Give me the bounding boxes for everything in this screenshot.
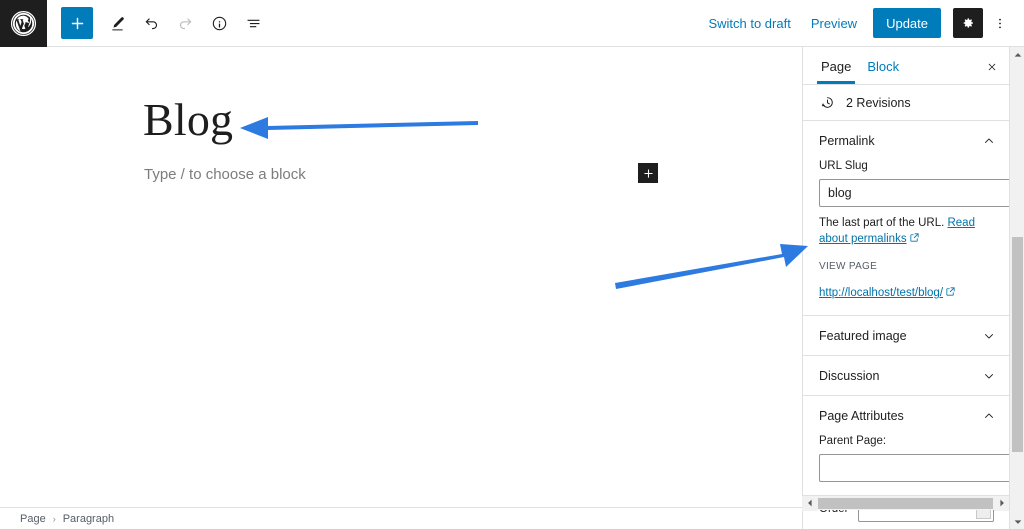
view-page-link[interactable]: http://localhost/test/blog/ xyxy=(819,286,994,299)
chevron-down-icon xyxy=(982,369,996,383)
panel-discussion: Discussion xyxy=(803,356,1009,397)
history-clock-icon xyxy=(822,97,833,108)
breadcrumb-item-paragraph[interactable]: Paragraph xyxy=(63,513,114,525)
revisions-row[interactable]: 2 Revisions xyxy=(803,85,1009,121)
redo-button[interactable] xyxy=(169,7,201,39)
vertical-scroll-track[interactable] xyxy=(1010,62,1024,514)
parent-page-input[interactable] xyxy=(819,454,1009,483)
pencil-icon xyxy=(111,16,124,30)
list-view-button[interactable] xyxy=(237,7,269,39)
settings-button[interactable] xyxy=(953,8,983,38)
breadcrumb-separator-icon: › xyxy=(52,513,56,524)
horizontal-scroll-thumb[interactable] xyxy=(818,497,993,509)
redo-icon xyxy=(179,17,191,29)
info-circle-icon xyxy=(212,16,226,30)
three-vertical-dots-icon xyxy=(999,18,1001,28)
breadcrumb-item-page[interactable]: Page xyxy=(20,513,46,525)
panel-title: Page Attributes xyxy=(819,408,904,423)
panel-title: Discussion xyxy=(819,368,880,383)
breadcrumb: Page › Paragraph xyxy=(0,507,802,529)
panel-title: Permalink xyxy=(819,133,875,148)
chevron-up-icon xyxy=(982,409,996,423)
plus-icon xyxy=(71,17,83,29)
switch-to-draft-button[interactable]: Switch to draft xyxy=(698,10,800,37)
update-button[interactable]: Update xyxy=(873,8,941,38)
undo-button[interactable] xyxy=(135,7,167,39)
chevron-down-icon xyxy=(982,329,996,343)
preview-button[interactable]: Preview xyxy=(801,10,867,37)
panel-title: Featured image xyxy=(819,328,907,343)
sidebar-vertical-scrollbar[interactable] xyxy=(1009,47,1024,529)
tab-page[interactable]: Page xyxy=(813,49,859,84)
panel-featured-image-header[interactable]: Featured image xyxy=(803,316,1009,355)
details-button[interactable] xyxy=(203,7,235,39)
wordpress-logo[interactable] xyxy=(0,0,47,47)
block-inserter-button[interactable] xyxy=(638,163,658,183)
top-bar-left-tools xyxy=(47,7,269,39)
url-slug-help-text: The last part of the URL. Read about per… xyxy=(819,216,991,247)
edit-tools-button[interactable] xyxy=(101,7,133,39)
more-options-button[interactable] xyxy=(986,8,1014,38)
add-block-button[interactable] xyxy=(61,7,93,39)
url-slug-label: URL Slug xyxy=(819,160,868,172)
plus-icon xyxy=(643,168,653,178)
paragraph-block-placeholder[interactable]: Type / to choose a block xyxy=(144,166,306,183)
panel-permalink: Permalink URL Slug The last part of the … xyxy=(803,121,1009,317)
view-page-link-row: http://localhost/test/blog/ xyxy=(819,286,994,299)
help-text-prefix: The last part of the URL. xyxy=(819,217,948,229)
scroll-up-button[interactable] xyxy=(1010,47,1024,62)
tab-block[interactable]: Block xyxy=(859,49,907,83)
editor-top-bar: Switch to draft Preview Update xyxy=(0,0,1024,47)
parent-page-field-wrapper xyxy=(819,454,1009,483)
close-sidebar-button[interactable] xyxy=(980,55,1004,79)
page-title[interactable]: Blog xyxy=(143,94,233,146)
view-page-label: VIEW PAGE xyxy=(819,261,878,273)
view-page-url-text: http://localhost/test/blog/ xyxy=(819,287,944,300)
settings-sidebar-scroll-content: Page Block 2 Revisions Permalink URL Slu… xyxy=(803,47,1009,529)
panel-page-attributes-header[interactable]: Page Attributes xyxy=(803,396,1009,435)
wordpress-block-editor: Switch to draft Preview Update Blog Type… xyxy=(0,0,1024,529)
panel-featured-image: Featured image xyxy=(803,316,1009,357)
url-slug-input[interactable] xyxy=(819,179,1009,207)
chevron-up-icon xyxy=(982,134,996,148)
scroll-left-button[interactable] xyxy=(802,495,817,511)
editor-canvas[interactable]: Blog Type / to choose a block xyxy=(0,47,802,507)
panel-page-attributes-body: Parent Page: Order xyxy=(803,435,1009,529)
scroll-right-button[interactable] xyxy=(994,495,1009,511)
sidebar-horizontal-scrollbar[interactable] xyxy=(802,495,1009,511)
external-link-icon xyxy=(945,286,956,297)
scroll-down-button[interactable] xyxy=(1010,514,1024,529)
settings-sidebar: Page Block 2 Revisions Permalink URL Slu… xyxy=(802,47,1009,529)
top-bar-right-actions: Switch to draft Preview Update xyxy=(698,8,1024,38)
close-icon xyxy=(988,63,996,71)
parent-page-label: Parent Page: xyxy=(819,435,887,448)
panel-discussion-header[interactable]: Discussion xyxy=(803,356,1009,395)
panel-permalink-header[interactable]: Permalink xyxy=(803,121,1009,160)
external-link-icon xyxy=(909,232,920,243)
list-view-icon xyxy=(247,19,259,27)
undo-icon xyxy=(145,17,157,29)
vertical-scroll-thumb[interactable] xyxy=(1012,237,1023,452)
sidebar-tab-bar: Page Block xyxy=(803,47,1009,85)
revisions-label: 2 Revisions xyxy=(846,95,911,110)
panel-permalink-body: URL Slug The last part of the URL. Read … xyxy=(803,160,1009,315)
gear-icon xyxy=(963,18,973,28)
